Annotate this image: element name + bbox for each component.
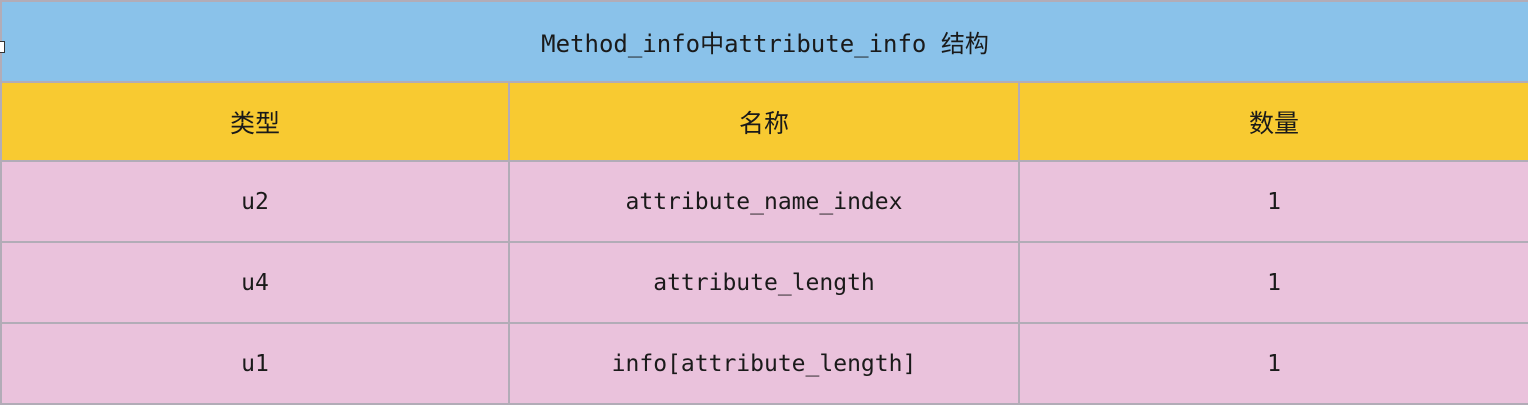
table-row: u2 attribute_name_index 1 <box>0 160 1528 243</box>
table-row: u1 info[attribute_length] 1 <box>0 322 1528 405</box>
cell-type: u1 <box>0 322 510 405</box>
cell-type: u4 <box>0 241 510 324</box>
cell-name: attribute_length <box>508 241 1020 324</box>
cell-count: 1 <box>1017 160 1528 243</box>
table-edge-marker <box>0 41 5 53</box>
table-row: u4 attribute_length 1 <box>0 241 1528 324</box>
cell-name: attribute_name_index <box>508 160 1020 243</box>
table-title-row: Method_info中attribute_info 结构 <box>0 0 1528 83</box>
cell-count: 1 <box>1017 322 1528 405</box>
header-count: 数量 <box>1017 81 1528 162</box>
cell-type: u2 <box>0 160 510 243</box>
table-title: Method_info中attribute_info 结构 <box>0 0 1528 83</box>
header-type: 类型 <box>0 81 510 162</box>
table-header-row: 类型 名称 数量 <box>0 81 1528 162</box>
attribute-info-table: Method_info中attribute_info 结构 类型 名称 数量 u… <box>0 0 1528 405</box>
cell-count: 1 <box>1017 241 1528 324</box>
header-name: 名称 <box>508 81 1020 162</box>
cell-name: info[attribute_length] <box>508 322 1020 405</box>
attribute-info-table-container: Method_info中attribute_info 结构 类型 名称 数量 u… <box>0 0 1528 413</box>
